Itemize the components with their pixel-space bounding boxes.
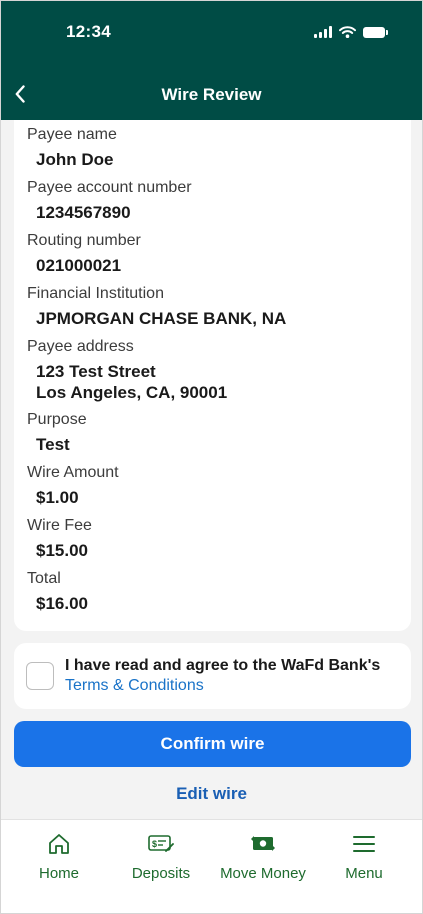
payee-account-label: Payee account number bbox=[27, 179, 192, 196]
routing-number-label: Routing number bbox=[27, 232, 141, 249]
wifi-icon bbox=[339, 26, 356, 38]
financial-institution-label: Financial Institution bbox=[27, 285, 164, 302]
payee-address-line2: Los Angeles, CA, 90001 bbox=[36, 383, 228, 402]
cellular-signal-icon bbox=[314, 26, 332, 38]
wire-fee-label: Wire Fee bbox=[27, 517, 92, 534]
wire-review-card: Payee name John Doe Payee account number… bbox=[14, 120, 411, 631]
tab-move-money-label: Move Money bbox=[220, 865, 306, 882]
edit-wire-button[interactable]: Edit wire bbox=[1, 784, 422, 804]
terms-conditions-link[interactable]: Terms & Conditions bbox=[65, 677, 204, 695]
payee-name-label: Payee name bbox=[27, 126, 117, 143]
financial-institution-value: JPMORGAN CHASE BANK, NA bbox=[36, 309, 287, 328]
wire-fee-value: $15.00 bbox=[36, 541, 88, 560]
home-icon bbox=[49, 834, 69, 854]
payee-account-value: 1234567890 bbox=[36, 203, 131, 222]
tab-move-money[interactable]: Move Money bbox=[213, 832, 313, 882]
purpose-label: Purpose bbox=[27, 411, 87, 428]
total-value: $16.00 bbox=[36, 594, 88, 613]
payee-name-value: John Doe bbox=[36, 150, 114, 169]
wire-amount-label: Wire Amount bbox=[27, 464, 119, 481]
menu-icon bbox=[353, 836, 375, 852]
header: 12:34 Wire Review bbox=[1, 1, 422, 120]
terms-text: I have read and agree to the WaFd Bank's bbox=[65, 657, 381, 674]
svg-text:$: $ bbox=[152, 839, 157, 849]
tab-deposits[interactable]: $ Deposits bbox=[111, 832, 211, 882]
payee-address-label: Payee address bbox=[27, 338, 134, 355]
confirm-wire-button[interactable]: Confirm wire bbox=[14, 721, 411, 767]
tab-deposits-label: Deposits bbox=[131, 865, 191, 882]
app-screen: 12:34 Wire Review Payee name John Doe Pa… bbox=[0, 0, 423, 914]
deposit-check-icon: $ bbox=[148, 835, 174, 852]
page-title: Wire Review bbox=[161, 85, 262, 104]
tab-menu[interactable]: Menu bbox=[314, 832, 414, 882]
payee-address-line1: 123 Test Street bbox=[36, 362, 156, 381]
total-label: Total bbox=[27, 570, 61, 587]
battery-icon bbox=[363, 26, 388, 38]
tab-home-label: Home bbox=[38, 865, 79, 882]
terms-checkbox[interactable] bbox=[26, 662, 54, 690]
bottom-tab-bar: Home $ Deposits Move Money Menu bbox=[1, 819, 422, 913]
tab-menu-label: Menu bbox=[345, 865, 383, 882]
status-time: 12:34 bbox=[66, 22, 111, 41]
money-transfer-icon bbox=[251, 836, 275, 851]
tab-home[interactable]: Home bbox=[9, 832, 109, 882]
terms-agreement-card: I have read and agree to the WaFd Bank's… bbox=[14, 643, 411, 709]
purpose-value: Test bbox=[36, 435, 70, 454]
wire-amount-value: $1.00 bbox=[36, 488, 79, 507]
routing-number-value: 021000021 bbox=[36, 256, 122, 275]
status-icons bbox=[314, 26, 388, 38]
